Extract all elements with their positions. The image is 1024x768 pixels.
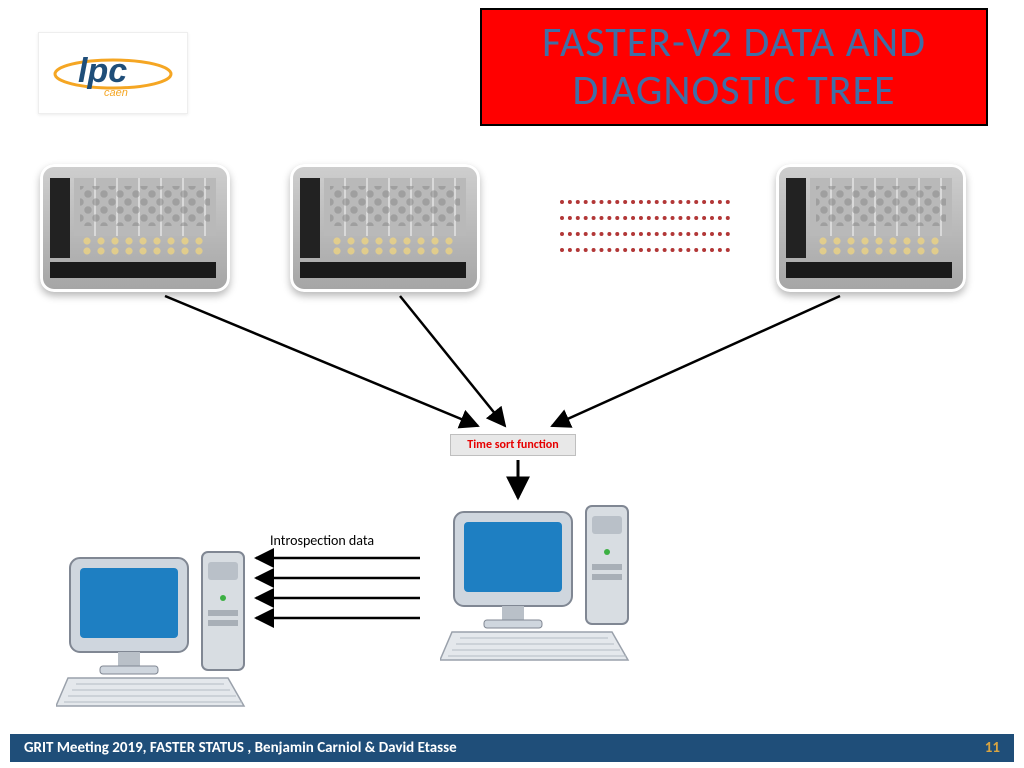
footer-bar: GRIT Meeting 2019, FASTER STATUS , Benja… (10, 734, 1014, 762)
arrow-crate2-to-sort (400, 296, 505, 426)
page-number: 11 (985, 739, 1000, 757)
arrow-crate3-to-sort (552, 296, 840, 426)
arrow-crate1-to-sort (165, 296, 478, 426)
flow-arrows (0, 0, 1024, 768)
footer-text: GRIT Meeting 2019, FASTER STATUS , Benja… (24, 739, 457, 757)
